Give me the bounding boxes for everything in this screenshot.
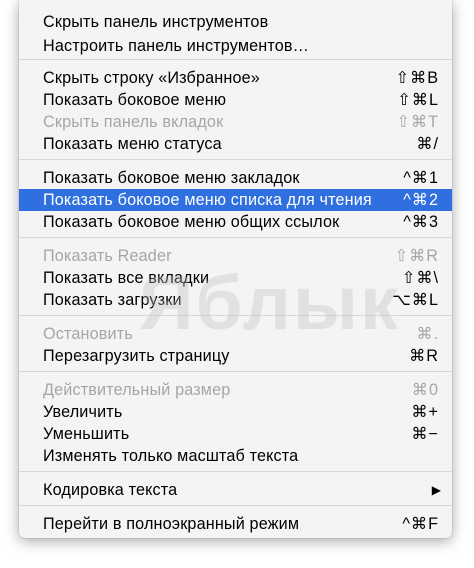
- menu-item-shortcut: ^⌘F: [402, 515, 439, 533]
- menu-item-label: Остановить: [43, 324, 133, 343]
- menu-item-label: Скрыть строку «Избранное»: [43, 68, 260, 87]
- menu-item-zoom-text-only[interactable]: Изменять только масштаб текста: [19, 445, 452, 467]
- menu-separator: [19, 237, 452, 238]
- menu-item-label: Перейти в полноэкранный режим: [43, 514, 300, 533]
- menu-item-label: Перезагрузить страницу: [43, 346, 230, 365]
- menu-item-label: Показать боковое меню общих ссылок: [43, 212, 340, 231]
- menu-item-shortcut: ^⌘2: [403, 191, 439, 209]
- right-triangle-icon: ▶: [431, 483, 441, 497]
- menu-item-customize-toolbar[interactable]: Настроить панель инструментов…: [19, 35, 452, 57]
- menu-item-label: Показать боковое меню списка для чтения: [43, 190, 372, 209]
- menu-item-show-reader: Показать Reader ⇧⌘R: [19, 245, 452, 267]
- menu-item-label: Увеличить: [43, 402, 123, 421]
- menu-item-reload-page[interactable]: Перезагрузить страницу ⌘R: [19, 345, 452, 367]
- menu-item-shortcut: ⇧⌘B: [395, 69, 439, 87]
- menu-item-show-shared-links-sidebar[interactable]: Показать боковое меню общих ссылок ^⌘3: [19, 211, 452, 233]
- menu-item-label: Изменять только масштаб текста: [43, 446, 299, 465]
- menu-item-show-downloads[interactable]: Показать загрузки ⌥⌘L: [19, 289, 452, 311]
- menu-item-shortcut: ⌘.: [416, 325, 439, 343]
- menu-item-label: Действительный размер: [43, 380, 231, 399]
- menu-item-label: Показать Reader: [43, 246, 172, 265]
- menu-item-shortcut: ⇧⌘\: [401, 269, 439, 287]
- menu-item-shortcut: ⇧⌘R: [394, 247, 439, 265]
- menu-separator: [19, 159, 452, 160]
- menu-item-show-bookmarks-sidebar[interactable]: Показать боковое меню закладок ^⌘1: [19, 167, 452, 189]
- menu-item-shortcut: ⇧⌘T: [396, 113, 439, 131]
- menu-item-shortcut: ⌥⌘L: [392, 291, 439, 309]
- menu-item-show-sidebar[interactable]: Показать боковое меню ⇧⌘L: [19, 89, 452, 111]
- menu-item-hide-toolbar[interactable]: Скрыть панель инструментов: [19, 11, 452, 33]
- menu-item-label: Уменьшить: [43, 424, 130, 443]
- menu-item-enter-full-screen[interactable]: Перейти в полноэкранный режим ^⌘F: [19, 513, 452, 535]
- menu-item-zoom-out[interactable]: Уменьшить ⌘−: [19, 423, 452, 445]
- menu-item-shortcut: ⌘+: [411, 403, 439, 421]
- menu-item-label: Скрыть панель инструментов: [43, 12, 269, 31]
- menu-item-label: Скрыть панель вкладок: [43, 112, 224, 131]
- menu-item-label: Кодировка текста: [43, 480, 178, 499]
- menu-item-shortcut: ⌘0: [411, 381, 439, 399]
- menu-separator: [19, 471, 452, 472]
- menu-item-shortcut: ⌘R: [409, 347, 439, 365]
- menu-item-actual-size: Действительный размер ⌘0: [19, 379, 452, 401]
- menu-separator: [19, 505, 452, 506]
- menu-item-stop: Остановить ⌘.: [19, 323, 452, 345]
- menu-item-label: Показать боковое меню: [43, 90, 227, 109]
- menu-item-label: Настроить панель инструментов…: [43, 36, 309, 55]
- menu-item-hide-tab-bar: Скрыть панель вкладок ⇧⌘T: [19, 111, 452, 133]
- menu-item-show-reading-list-sidebar[interactable]: Показать боковое меню списка для чтения …: [19, 189, 452, 211]
- menu-item-show-status-bar[interactable]: Показать меню статуса ⌘/: [19, 133, 452, 155]
- menu-item-label: Показать меню статуса: [43, 134, 222, 153]
- menu-item-label: Показать загрузки: [43, 290, 182, 309]
- menu-item-text-encoding[interactable]: Кодировка текста ▶: [19, 479, 452, 501]
- menu-separator: [19, 315, 452, 316]
- menu-item-shortcut: ^⌘1: [403, 169, 439, 187]
- menu-separator: [19, 59, 452, 60]
- menu-item-label: Показать боковое меню закладок: [43, 168, 300, 187]
- menu-item-zoom-in[interactable]: Увеличить ⌘+: [19, 401, 452, 423]
- menu-item-label: Показать все вкладки: [43, 268, 210, 287]
- menu-item-shortcut: ⇧⌘L: [397, 91, 439, 109]
- menu-item-show-all-tabs[interactable]: Показать все вкладки ⇧⌘\: [19, 267, 452, 289]
- menu-item-shortcut: ^⌘3: [403, 213, 439, 231]
- view-menu: Скрыть панель инструментов Настроить пан…: [19, 0, 452, 538]
- menu-item-shortcut: ⌘−: [411, 425, 439, 443]
- menu-separator: [19, 371, 452, 372]
- menu-item-shortcut: ⌘/: [416, 135, 439, 153]
- menu-item-hide-favorites-bar[interactable]: Скрыть строку «Избранное» ⇧⌘B: [19, 67, 452, 89]
